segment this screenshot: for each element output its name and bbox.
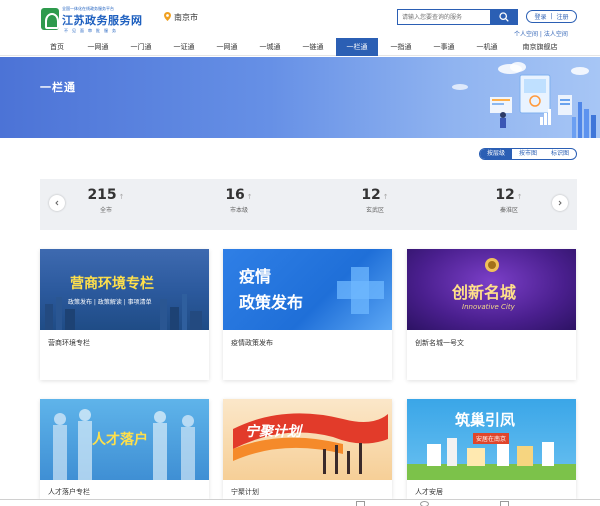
logo-slogan: 不见面审批服务 bbox=[64, 28, 120, 33]
stat-value: 12 bbox=[361, 187, 381, 203]
image-subtitle: 政策发布 | 政策解读 | 事项清单 bbox=[68, 299, 152, 306]
stat-item[interactable]: 215 ↑ 全市 bbox=[66, 187, 146, 214]
card-talent-settlement[interactable]: 人才落户 人才落户专栏 bbox=[40, 399, 209, 499]
tab-by-map[interactable]: 按市图 bbox=[512, 149, 544, 159]
card-caption: 创新名城一号文 bbox=[415, 339, 464, 347]
search-icon bbox=[499, 12, 509, 22]
arrow-up-icon: ↑ bbox=[118, 193, 125, 201]
nav-item-4[interactable]: 一网通 bbox=[207, 38, 247, 56]
stats-carousel: 215 ↑ 全市 16 ↑ 市本级 12 ↑ 玄武区 12 ↑ 秦淮区 bbox=[40, 179, 577, 230]
nav-item-8[interactable]: 一指通 bbox=[381, 38, 421, 56]
stat-label: 全市 bbox=[99, 207, 112, 214]
view-mode-tabs: 按层级 按市图 标识图 bbox=[479, 148, 577, 160]
bottom-toolbar bbox=[0, 499, 600, 506]
card-image: 疫情 政策发布 bbox=[223, 249, 392, 330]
image-title: 宁聚计划 bbox=[245, 424, 301, 440]
toolbar-icon[interactable] bbox=[500, 501, 509, 506]
card-business-environment[interactable]: 营商环境专栏 政策发布 | 政策解读 | 事项清单 营商环境专栏 bbox=[40, 249, 209, 380]
card-image: 营商环境专栏 政策发布 | 政策解读 | 事项清单 bbox=[40, 249, 209, 330]
card-image: 筑巢引凤 安居在南京 bbox=[407, 399, 576, 480]
image-title: 创新名城 bbox=[452, 283, 517, 302]
arrow-up-icon: ↑ bbox=[382, 193, 389, 201]
register-link[interactable]: 注册 bbox=[555, 12, 571, 21]
nav-item-6[interactable]: 一链通 bbox=[293, 38, 333, 56]
logo-title[interactable]: 江苏政务服务网 bbox=[62, 12, 143, 28]
nav-item-5[interactable]: 一城通 bbox=[250, 38, 290, 56]
card-caption: 宁聚计划 bbox=[231, 488, 259, 496]
nav-item-9[interactable]: 一事通 bbox=[424, 38, 464, 56]
image-title: 营商环境专栏 bbox=[70, 276, 154, 292]
card-image: 创新名城 Innovative City bbox=[407, 249, 576, 330]
card-image: 宁聚计划 bbox=[223, 399, 392, 480]
carousel-prev-button[interactable] bbox=[49, 195, 65, 211]
search-input[interactable] bbox=[397, 9, 490, 25]
main-nav: 首页 一网通 一门通 一证通 一网通 一城通 一链通 一栏通 一指通 一事通 一… bbox=[0, 38, 600, 56]
stat-value: 12 bbox=[495, 187, 515, 203]
stat-label: 玄武区 bbox=[365, 207, 384, 214]
login-link[interactable]: 登录 bbox=[532, 12, 548, 21]
location-text[interactable]: 南京市 bbox=[174, 12, 198, 23]
card-caption: 疫情政策发布 bbox=[231, 339, 273, 347]
tab-by-level[interactable]: 按层级 bbox=[480, 149, 512, 159]
site-header: 全国一体化在线政务服务平台 江苏政务服务网 不见面审批服务 南京市 登录 | 注… bbox=[0, 0, 600, 38]
card-caption: 营商环境专栏 bbox=[48, 339, 90, 347]
card-talent-housing[interactable]: 筑巢引凤 安居在南京 人才安居 bbox=[407, 399, 576, 499]
image-title-line1: 疫情 bbox=[239, 267, 272, 286]
toolbar-icon[interactable] bbox=[420, 501, 429, 506]
nav-item-home[interactable]: 首页 bbox=[40, 38, 74, 56]
image-title-line2: 政策发布 bbox=[239, 293, 304, 312]
card-innovative-city[interactable]: 创新名城 Innovative City 创新名城一号文 bbox=[407, 249, 576, 380]
nav-item-3[interactable]: 一证通 bbox=[164, 38, 204, 56]
emblem-icon bbox=[485, 258, 499, 272]
nav-item-active[interactable]: 一栏通 bbox=[336, 38, 378, 56]
stat-label: 秦淮区 bbox=[499, 207, 518, 214]
nav-item-flagship[interactable]: 南京旗舰店 bbox=[510, 38, 570, 56]
image-subtitle: Innovative City bbox=[462, 303, 515, 311]
card-image: 人才落户 bbox=[40, 399, 209, 480]
nav-item-2[interactable]: 一门通 bbox=[121, 38, 161, 56]
card-caption: 人才落户专栏 bbox=[48, 488, 90, 496]
arrow-up-icon: ↑ bbox=[516, 193, 523, 201]
stat-label: 市本级 bbox=[229, 207, 248, 214]
nav-item-1[interactable]: 一网通 bbox=[78, 38, 118, 56]
stat-value: 16 bbox=[225, 187, 245, 203]
chevron-left-icon bbox=[55, 200, 59, 206]
carousel-next-button[interactable] bbox=[552, 195, 568, 211]
card-ningju-plan[interactable]: 宁聚计划 宁聚计划 bbox=[223, 399, 392, 499]
toolbar-icon[interactable] bbox=[356, 501, 365, 506]
image-title: 筑巢引凤 bbox=[455, 411, 516, 429]
city-skyline-image bbox=[45, 294, 202, 330]
login-register-pill: 登录 | 注册 bbox=[526, 10, 577, 23]
chevron-right-icon bbox=[558, 200, 562, 206]
stat-item[interactable]: 12 ↑ 玄武区 bbox=[335, 187, 415, 214]
search-button[interactable] bbox=[490, 9, 518, 25]
card-caption: 人才安居 bbox=[415, 488, 443, 496]
image-subtitle: 安居在南京 bbox=[473, 433, 510, 444]
location-pin-icon[interactable] bbox=[164, 12, 171, 21]
logo-icon[interactable] bbox=[41, 8, 59, 30]
stat-item[interactable]: 12 ↑ 秦淮区 bbox=[469, 187, 549, 214]
stat-item[interactable]: 16 ↑ 市本级 bbox=[199, 187, 279, 214]
arrow-up-icon: ↑ bbox=[246, 193, 253, 201]
stat-value: 215 bbox=[87, 187, 117, 203]
medical-cross-image bbox=[337, 267, 384, 314]
card-epidemic-policy[interactable]: 疫情 政策发布 疫情政策发布 bbox=[223, 249, 392, 380]
tab-by-tag[interactable]: 标识图 bbox=[544, 149, 576, 159]
banner-title: 一栏通 bbox=[40, 81, 76, 94]
image-title: 人才落户 bbox=[92, 432, 148, 448]
banner-illustration bbox=[452, 62, 596, 138]
nav-item-10[interactable]: 一机通 bbox=[467, 38, 507, 56]
page-banner: 一栏通 bbox=[0, 57, 600, 138]
user-space-links[interactable]: 个人空间 | 法人空间 bbox=[514, 29, 568, 38]
